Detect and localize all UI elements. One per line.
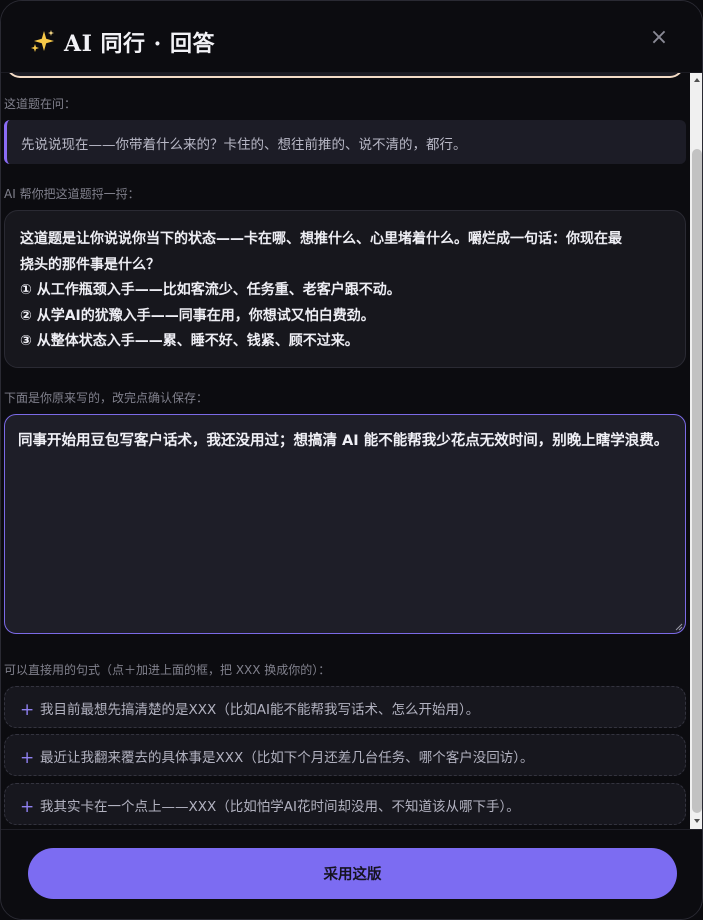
- ai-explanation-card: 这道题是让你说说你当下的状态——卡在哪、想推什么、心里堵着什么。嚼烂成一句话：你…: [4, 210, 686, 368]
- templates-label: 可以直接用的句式（点＋加进上面的框，把 XXX 换成你的）：: [4, 663, 331, 677]
- modal-header: AI 同行 · 回答 ×: [1, 1, 702, 73]
- question-label: 这道题在问：: [4, 97, 77, 111]
- apply-version-button[interactable]: 采用这版: [28, 848, 677, 899]
- resize-grip-icon[interactable]: [675, 623, 683, 631]
- explain-line: ③ 从整体状态入手——累、睡不好、钱紧、顾不过来。: [20, 333, 359, 349]
- scrollbar-thumb[interactable]: [692, 149, 702, 813]
- explain-line: 这道题是让你说说你当下的状态——卡在哪、想推什么、心里堵着什么。嚼烂成一句话：你…: [20, 231, 622, 247]
- explain-line: ② 从学AI的犹豫入手——同事在用，你想试又怕白费劲。: [20, 307, 375, 324]
- plus-icon: +: [20, 748, 35, 768]
- explain-line: ① 从工作瓶颈入手——比如客流少、任务重、老客户跟不动。: [20, 282, 401, 298]
- explain-label: AI 帮你把这道题捋一捋：: [4, 187, 140, 201]
- question-text: 先说说现在——你带着什么来的？卡住的、想往前推的、说不清的，都行。: [4, 120, 686, 164]
- plus-icon: +: [20, 700, 35, 720]
- answer-text: 同事开始用豆包写客户话术，我还没用过；想搞清 AI 能不能帮我少花点无效时间，别…: [18, 433, 669, 449]
- vertical-scrollbar[interactable]: [690, 73, 702, 829]
- template-text: 我其实卡在一个点上——XXX（比如怕学AI花时间却没用、不知道该从哪下手）。: [40, 799, 520, 815]
- template-text: 我目前最想先搞清楚的是XXX（比如AI能不能帮我写话术、怎么开始用）。: [40, 702, 480, 718]
- scroll-down-arrow-icon[interactable]: [693, 817, 701, 825]
- explain-line: 挠头的那件事是什么？: [20, 256, 160, 273]
- editor-label: 下面是你原来写的，改完点确认保存：: [4, 391, 209, 405]
- template-chip[interactable]: + 我目前最想先搞清楚的是XXX（比如AI能不能帮我写话术、怎么开始用）。: [4, 686, 686, 728]
- plus-icon: +: [20, 797, 35, 817]
- template-chip[interactable]: + 我其实卡在一个点上——XXX（比如怕学AI花时间却没用、不知道该从哪下手）。: [4, 783, 686, 825]
- modal-body[interactable]: 这道题在问： 先说说现在——你带着什么来的？卡住的、想往前推的、说不清的，都行。…: [1, 73, 690, 829]
- close-icon[interactable]: ×: [648, 27, 670, 49]
- modal-title: AI 同行 · 回答: [64, 31, 215, 57]
- scroll-up-arrow-icon[interactable]: [693, 76, 701, 84]
- modal-footer: 采用这版: [1, 829, 702, 919]
- ai-answer-modal: AI 同行 · 回答 × 这道题在问： 先说说现在——你带着什么来的？卡住的、想…: [0, 0, 703, 920]
- sparkles-icon: [31, 30, 54, 52]
- template-chip[interactable]: + 最近让我翻来覆去的具体事是XXX（比如下个月还差几台任务、哪个客户没回访）。: [4, 734, 686, 776]
- template-text: 最近让我翻来覆去的具体事是XXX（比如下个月还差几台任务、哪个客户没回访）。: [40, 750, 534, 766]
- answer-textarea[interactable]: 同事开始用豆包写客户话术，我还没用过；想搞清 AI 能不能帮我少花点无效时间，别…: [4, 414, 686, 634]
- previous-card-edge: [6, 73, 684, 78]
